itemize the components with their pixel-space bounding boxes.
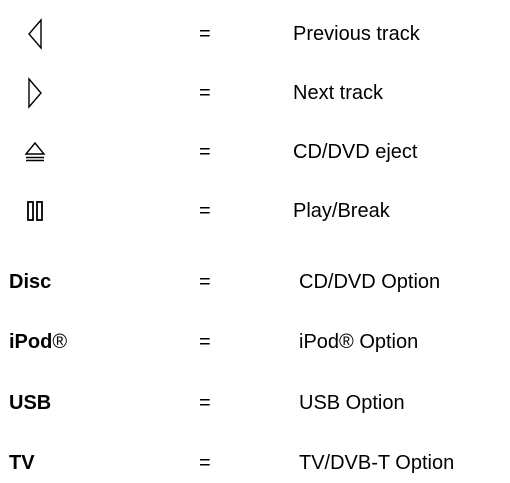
legend-row-disc: Disc = CD/DVD Option — [0, 262, 510, 302]
legend-description: Play/Break — [293, 200, 390, 222]
legend-key-tv: TV — [9, 452, 35, 474]
equals-sign: = — [199, 82, 211, 104]
legend-row-usb: USB = USB Option — [0, 383, 510, 423]
equals-sign: = — [199, 271, 211, 293]
equals-sign: = — [199, 141, 211, 163]
registered-mark: ® — [52, 331, 68, 353]
equals-sign: = — [199, 452, 211, 474]
equals-sign: = — [199, 331, 211, 353]
next-track-icon — [20, 73, 50, 113]
remote-legend-page: { "legend": { "separator": "=", "rows": … — [0, 0, 510, 475]
legend-row-next-track: = Next track — [0, 73, 510, 113]
legend-row-eject: = CD/DVD eject — [0, 132, 510, 172]
previous-track-icon — [20, 14, 50, 54]
legend-description: Next track — [293, 82, 384, 104]
legend-row-play-pause: = Play/Break — [0, 191, 510, 231]
legend-key-usb: USB — [9, 392, 52, 414]
play-pause-icon — [20, 191, 50, 231]
legend-row-tv: TV = TV/DVB-T Option — [0, 443, 510, 483]
legend-key-disc: Disc — [9, 271, 52, 293]
legend-row-previous-track: = Previous track — [0, 14, 510, 54]
eject-icon — [20, 132, 50, 172]
equals-sign: = — [199, 392, 211, 414]
legend-key-ipod: iPod ® — [9, 322, 67, 362]
legend-description: CD/DVD Option — [299, 271, 441, 293]
legend-description: CD/DVD eject — [293, 141, 418, 163]
legend-description: Previous track — [293, 23, 420, 45]
legend-description: TV/DVB-T Option — [299, 452, 455, 474]
equals-sign: = — [199, 23, 211, 45]
equals-sign: = — [199, 200, 211, 222]
legend-description: iPod® Option — [299, 331, 419, 353]
legend-description: USB Option — [299, 392, 405, 414]
legend-row-ipod: iPod ® = iPod® Option — [0, 322, 510, 362]
